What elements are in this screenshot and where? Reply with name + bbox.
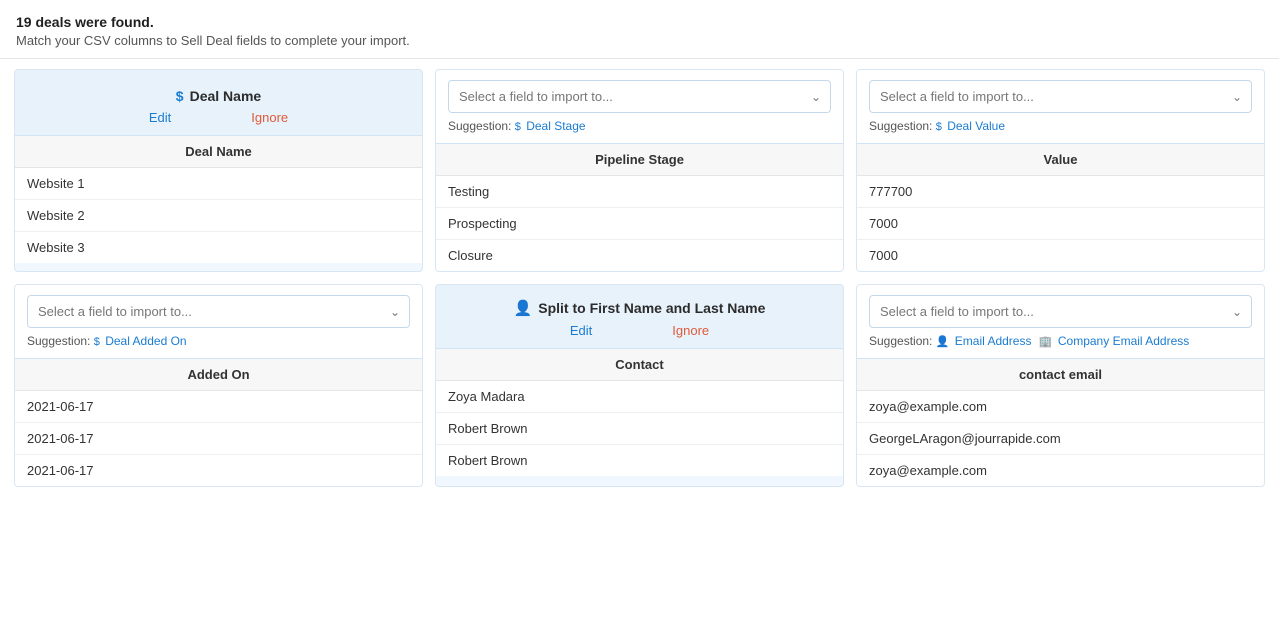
table-row: zoya@example.com	[857, 391, 1264, 423]
suggestion-link-company-email[interactable]: Company Email Address	[1058, 334, 1189, 348]
table-row: Closure	[436, 240, 843, 271]
table-row: Website 2	[15, 200, 422, 232]
table-row: 2021-06-17	[15, 455, 422, 486]
table-row: 2021-06-17	[15, 423, 422, 455]
building-icon: 🏢	[1039, 336, 1053, 348]
dollar-icon: $	[176, 88, 184, 104]
card-contact-title: 👤 Split to First Name and Last Name	[514, 299, 766, 317]
table-row: GeorgeLAragon@jourrapide.com	[857, 423, 1264, 455]
table-row: 7000	[857, 208, 1264, 240]
card-pipeline-stage: Select a field to import to... ⌄ Suggest…	[435, 69, 844, 272]
cards-grid: $ Deal Name Edit Ignore Deal Name Websit…	[0, 59, 1279, 497]
card-pipeline-dropdown: Select a field to import to... ⌄ Suggest…	[436, 70, 843, 144]
card-contact-table: Contact Zoya Madara Robert Brown Robert …	[436, 349, 843, 476]
table-row: Robert Brown	[436, 413, 843, 445]
field-select[interactable]: Select a field to import to...	[448, 80, 831, 113]
select-wrapper: Select a field to import to... ⌄	[27, 295, 410, 328]
table-row: 2021-06-17	[15, 391, 422, 423]
suggestion-link[interactable]: Deal Value	[947, 119, 1005, 133]
dollar-icon: $	[94, 336, 100, 348]
card-value: Select a field to import to... ⌄ Suggest…	[856, 69, 1265, 272]
select-wrapper: Select a field to import to... ⌄	[869, 80, 1252, 113]
header-subtitle: Match your CSV columns to Sell Deal fiel…	[16, 33, 1263, 48]
card-contact: 👤 Split to First Name and Last Name Edit…	[435, 284, 844, 487]
suggestion-link-email[interactable]: Email Address	[955, 334, 1032, 348]
card-value-dropdown: Select a field to import to... ⌄ Suggest…	[857, 70, 1264, 144]
card-contact-email-table: contact email zoya@example.com GeorgeLAr…	[857, 359, 1264, 486]
table-row: Robert Brown	[436, 445, 843, 476]
card-contact-header: 👤 Split to First Name and Last Name Edit…	[436, 285, 843, 349]
card-deal-name-actions: Edit Ignore	[27, 110, 410, 125]
table-col-header: Value	[857, 144, 1264, 176]
card-deal-name-table: Deal Name Website 1 Website 2 Website 3	[15, 136, 422, 263]
card-added-on: Select a field to import to... ⌄ Suggest…	[14, 284, 423, 487]
edit-link[interactable]: Edit	[570, 323, 592, 338]
table-row: Zoya Madara	[436, 381, 843, 413]
suggestion-link[interactable]: Deal Added On	[105, 334, 186, 348]
table-row: Website 3	[15, 232, 422, 263]
table-col-header: Pipeline Stage	[436, 144, 843, 176]
card-added-on-dropdown: Select a field to import to... ⌄ Suggest…	[15, 285, 422, 359]
select-wrapper: Select a field to import to... ⌄	[869, 295, 1252, 328]
field-select[interactable]: Select a field to import to...	[869, 295, 1252, 328]
table-col-header: contact email	[857, 359, 1264, 391]
suggestion-text: Suggestion: $ Deal Value	[869, 119, 1252, 133]
card-pipeline-table: Pipeline Stage Testing Prospecting Closu…	[436, 144, 843, 271]
dollar-icon: $	[515, 121, 521, 133]
suggestion-text: Suggestion: $ Deal Stage	[448, 119, 831, 133]
table-row: Prospecting	[436, 208, 843, 240]
edit-link[interactable]: Edit	[149, 110, 171, 125]
table-col-header: Deal Name	[15, 136, 422, 168]
table-row: Website 1	[15, 168, 422, 200]
ignore-link[interactable]: Ignore	[251, 110, 288, 125]
person-icon: 👤	[936, 336, 950, 348]
card-added-on-table: Added On 2021-06-17 2021-06-17 2021-06-1…	[15, 359, 422, 486]
table-row: 777700	[857, 176, 1264, 208]
card-deal-name-header: $ Deal Name Edit Ignore	[15, 70, 422, 136]
card-deal-name: $ Deal Name Edit Ignore Deal Name Websit…	[14, 69, 423, 272]
person-icon: 👤	[514, 299, 533, 317]
field-select[interactable]: Select a field to import to...	[869, 80, 1252, 113]
table-col-header: Added On	[15, 359, 422, 391]
table-col-header: Contact	[436, 349, 843, 381]
card-contact-actions: Edit Ignore	[448, 323, 831, 338]
suggestion-link[interactable]: Deal Stage	[526, 119, 585, 133]
card-value-table: Value 777700 7000 7000	[857, 144, 1264, 271]
field-select[interactable]: Select a field to import to...	[27, 295, 410, 328]
table-row: 7000	[857, 240, 1264, 271]
table-row: zoya@example.com	[857, 455, 1264, 486]
ignore-link[interactable]: Ignore	[672, 323, 709, 338]
select-wrapper: Select a field to import to... ⌄	[448, 80, 831, 113]
card-contact-email-dropdown: Select a field to import to... ⌄ Suggest…	[857, 285, 1264, 359]
header-title: 19 deals were found.	[16, 14, 1263, 30]
table-row: Testing	[436, 176, 843, 208]
suggestion-text: Suggestion: $ Deal Added On	[27, 334, 410, 348]
card-deal-name-title: $ Deal Name	[176, 88, 261, 104]
suggestion-text: Suggestion: 👤 Email Address 🏢 Company Em…	[869, 334, 1252, 348]
card-contact-email: Select a field to import to... ⌄ Suggest…	[856, 284, 1265, 487]
dollar-icon: $	[936, 121, 942, 133]
page-header: 19 deals were found. Match your CSV colu…	[0, 0, 1279, 59]
